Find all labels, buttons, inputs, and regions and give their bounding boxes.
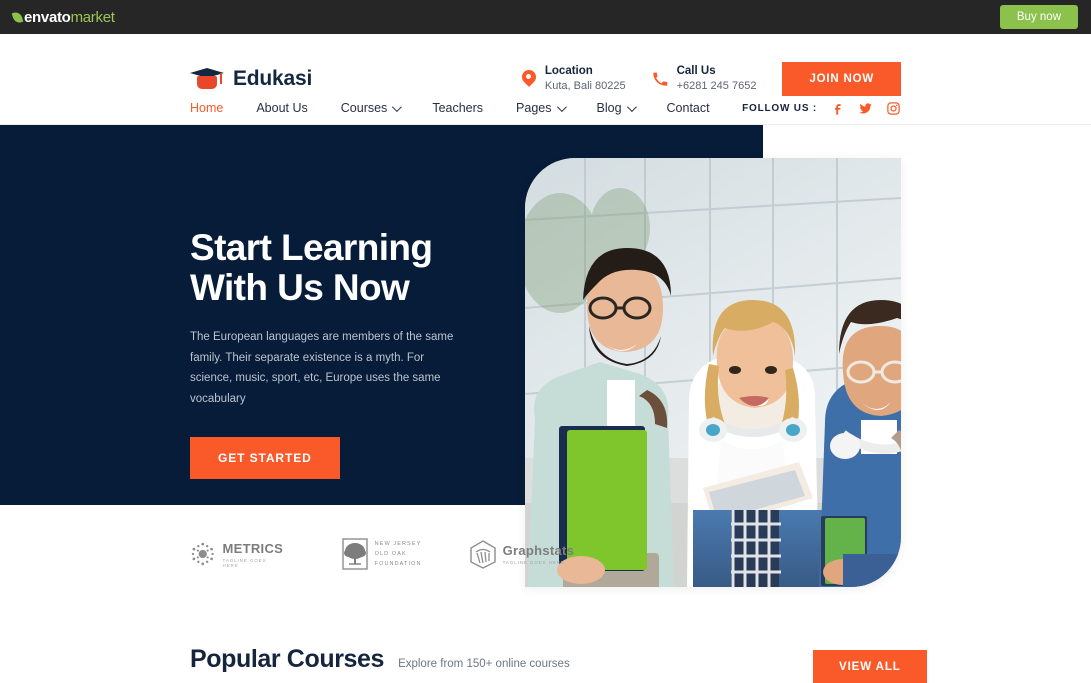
get-started-button[interactable]: GET STARTED [190,437,340,480]
location-pin-icon [522,70,536,88]
follow-us-label: FOLLOW US : [742,102,817,114]
main-navigation: Home About Us Courses Teachers Pages Blog Cont… [0,91,1091,125]
partner-graphstats-tagline: TAGLINE GOES HERE [502,560,565,565]
nav-item-label: About Us [256,101,308,115]
partner-metrics: METRICS TAGLINE GOES HERE [190,541,284,568]
partner-old-oak-foundation: NEW JERSEY OLD OAK FOUNDATION [341,538,422,570]
chevron-down-icon [392,101,403,112]
graduation-cap-icon [190,66,224,92]
nav-item-label: Pages [516,101,552,115]
buy-now-button[interactable]: Buy now [999,5,1078,29]
location-title: Location [544,64,593,77]
nav-item-label: Blog [596,101,622,115]
nav-item-pages[interactable]: Pages [516,101,567,115]
nav-item-label: Courses [340,101,388,115]
partner-oak-line-2: OLD OAK [374,550,407,557]
hero-title-line-1: Start Learning [190,227,433,268]
hero-description: The European languages are members of th… [190,331,454,405]
partner-metrics-name: METRICS [222,540,284,556]
popular-courses-subtitle: Explore from 150+ online courses [398,658,570,670]
partner-graphstats-name: Graphstats [502,543,575,558]
nav-item-label: Teachers [432,101,484,115]
oak-tree-icon [341,538,368,570]
envato-market-bar: envato market Buy now [0,0,1091,34]
envato-leaf-icon [11,10,24,24]
envato-market-logo[interactable]: envato market [11,8,115,26]
partner-graphstats: Graphstats TAGLINE GOES HERE [469,539,575,569]
hero-text-block: Start Learning With Us Now The European … [190,228,510,480]
twitter-icon[interactable] [858,101,873,116]
hexagon-chart-icon [469,539,496,569]
popular-courses-title: Popular Courses [190,645,385,673]
page-root: envato market Buy now Edukasi Location K… [0,0,1091,683]
brand-logo[interactable]: Edukasi [190,66,312,92]
envato-logo-light: market [70,8,115,26]
hero-title: Start Learning With Us Now [190,228,510,307]
partner-metrics-tagline: TAGLINE GOES HERE [222,557,267,568]
nav-item-label: Home [190,101,224,115]
partner-oak-line-3: FOUNDATION [374,561,422,568]
hero-photo [525,158,901,587]
follow-us-group: FOLLOW US : [742,101,901,116]
nav-item-about-us[interactable]: About Us [256,101,307,115]
chevron-down-icon [626,101,637,112]
chevron-down-icon [556,101,567,112]
phone-icon [652,72,667,86]
view-all-button[interactable]: VIEW ALL [813,650,927,683]
dotted-hexagon-icon [191,542,214,566]
partner-logos: METRICS TAGLINE GOES HERE NEW JERSEY OLD… [190,534,574,574]
nav-item-courses[interactable]: Courses [340,101,403,115]
partner-oak-line-1: NEW JERSEY [374,540,422,547]
nav-list: Home About Us Courses Teachers Pages Blog Cont… [190,101,743,115]
facebook-icon[interactable] [830,101,845,116]
hero-title-line-2: With Us Now [190,266,410,308]
instagram-icon[interactable] [886,101,901,116]
popular-courses-heading: Popular Courses Explore from 150+ online… [190,645,570,674]
brand-name: Edukasi [233,67,313,90]
nav-item-label: Contact [666,101,710,115]
call-title: Call Us [676,64,716,77]
partner-old-oak-lines: NEW JERSEY OLD OAK FOUNDATION [375,539,422,570]
envato-logo-strong: envato [24,8,71,26]
nav-item-home[interactable]: Home [190,101,223,115]
nav-item-blog[interactable]: Blog [596,101,637,115]
nav-item-teachers[interactable]: Teachers [432,101,483,115]
nav-item-contact[interactable]: Contact [667,101,710,115]
hero-photo-illustration [525,158,901,587]
